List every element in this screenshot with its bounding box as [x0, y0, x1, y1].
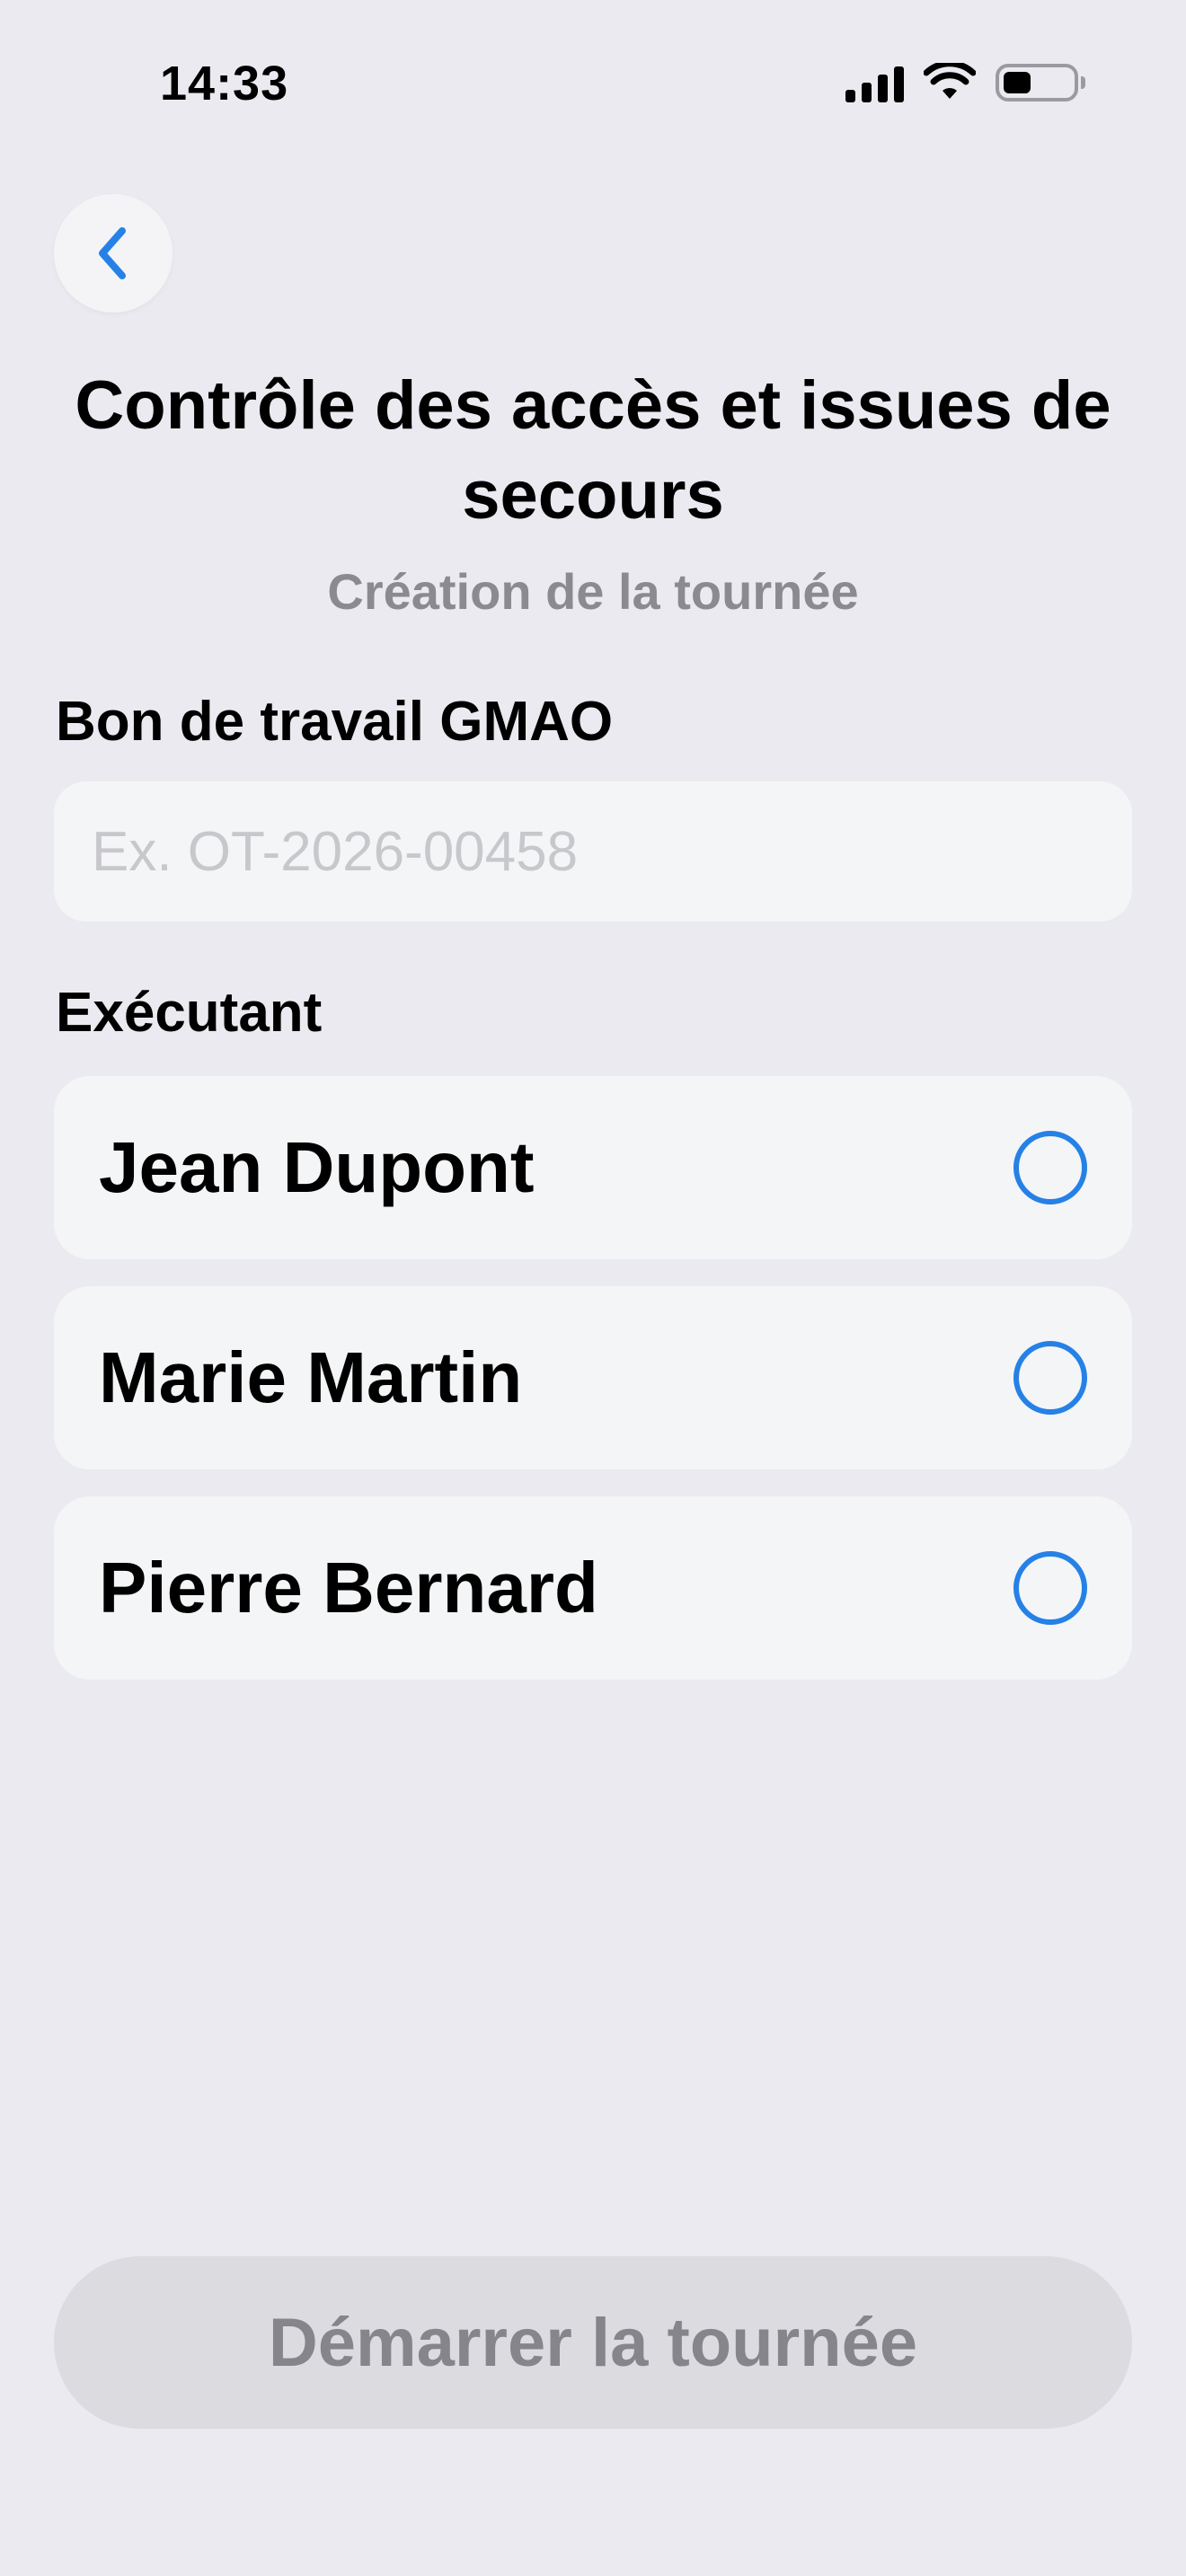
executor-option-label: Marie Martin [99, 1337, 523, 1417]
executor-option-list: Jean Dupont Marie Martin Pierre Bernard [54, 1076, 1132, 1707]
status-icons [845, 63, 1085, 102]
radio-unchecked-icon[interactable] [1013, 1341, 1087, 1415]
chevron-left-icon [99, 227, 126, 279]
executor-option-marie-martin[interactable]: Marie Martin [54, 1286, 1132, 1469]
executor-option-jean-dupont[interactable]: Jean Dupont [54, 1076, 1132, 1259]
radio-unchecked-icon[interactable] [1013, 1131, 1087, 1204]
executor-label: Exécutant [56, 982, 323, 1044]
wifi-icon [924, 63, 976, 99]
status-bar: 14:33 [0, 0, 1186, 171]
back-button[interactable] [54, 194, 173, 313]
radio-unchecked-icon[interactable] [1013, 1551, 1087, 1625]
work-order-input[interactable] [54, 781, 1132, 922]
page-subtitle: Création de la tournée [327, 563, 859, 620]
executor-option-pierre-bernard[interactable]: Pierre Bernard [54, 1496, 1132, 1680]
status-time: 14:33 [160, 57, 289, 110]
page-title: Contrôle des accès et issues de secours [75, 367, 1111, 534]
executor-option-label: Pierre Bernard [99, 1548, 598, 1628]
cellular-signal-icon [845, 63, 904, 102]
executor-option-label: Jean Dupont [99, 1127, 535, 1207]
battery-icon [996, 64, 1085, 101]
work-order-label: Bon de travail GMAO [56, 691, 614, 753]
start-tour-button[interactable]: Démarrer la tournée [54, 2256, 1132, 2429]
